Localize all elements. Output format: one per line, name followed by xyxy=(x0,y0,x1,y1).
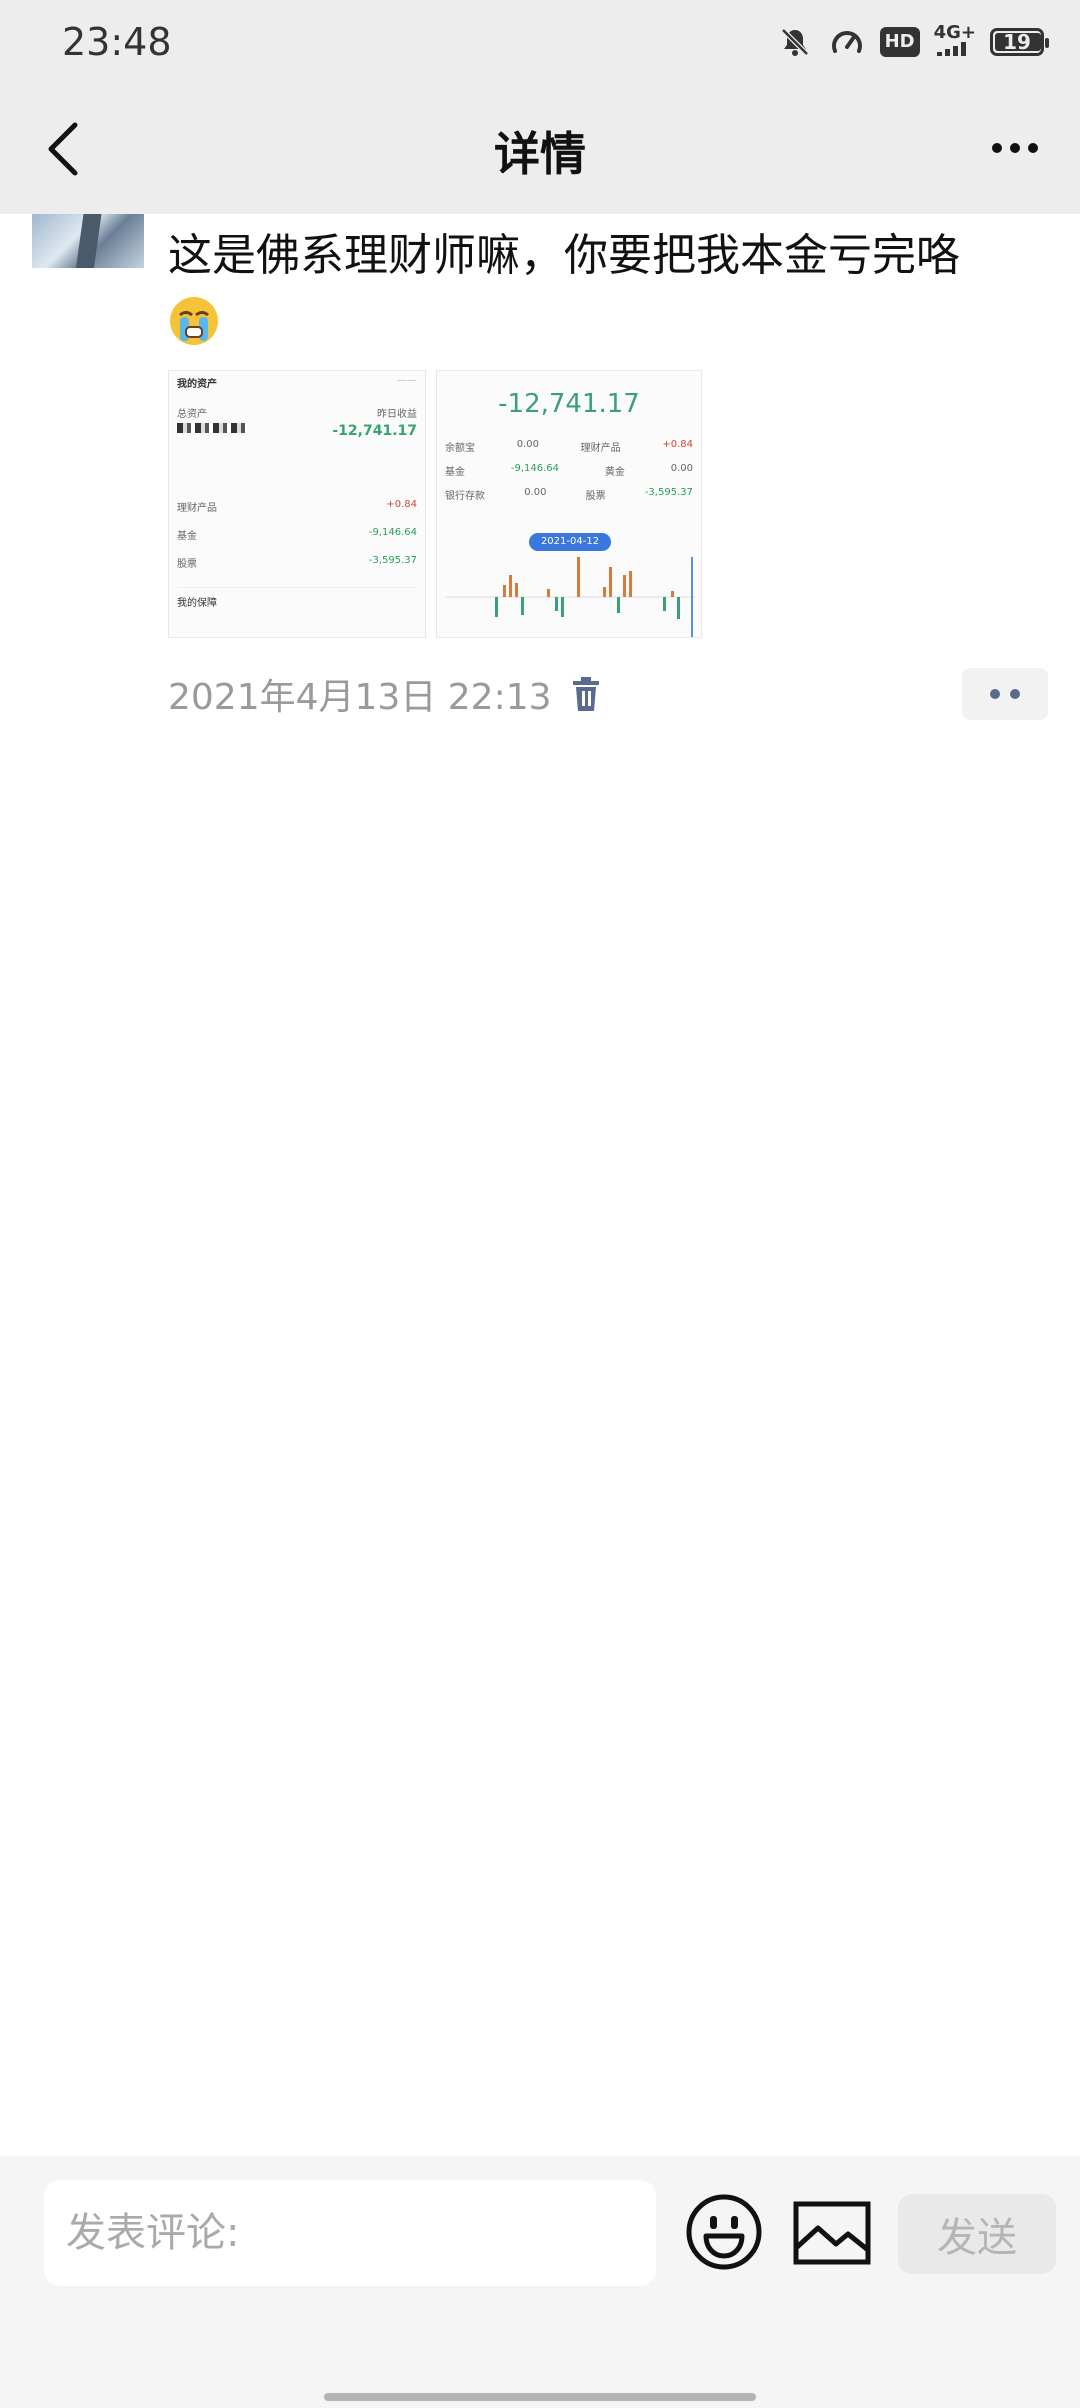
comment-dots-icon xyxy=(990,689,1000,699)
more-dot xyxy=(1028,143,1038,153)
status-icons: HD 4G+ 19 xyxy=(776,22,1049,62)
more-button[interactable] xyxy=(980,118,1050,178)
img2-r3-value: 0.00 xyxy=(524,487,547,498)
header: 详情 xyxy=(0,84,1080,214)
img2-r2-label2: 黄金 xyxy=(604,467,625,478)
comment-composer: 发送 xyxy=(0,2156,1080,2408)
battery-level: 19 xyxy=(1003,30,1031,54)
img2-r3-label: 银行存款 xyxy=(445,491,485,502)
post-body: 这是佛系理财师嘛，你要把我本金亏完咯 xyxy=(168,230,960,281)
trash-icon xyxy=(572,677,599,711)
image-icon xyxy=(793,2201,871,2265)
img1-row1-value: +0.84 xyxy=(386,499,417,510)
post-meta: 2021年4月13日 22:13 xyxy=(168,668,606,720)
4g-signal-icon: 4G+ xyxy=(934,24,976,60)
img2-r3-value2: -3,595.37 xyxy=(644,487,693,498)
image-button[interactable] xyxy=(792,2198,872,2268)
img1-row2-label: 基金 xyxy=(177,531,197,542)
img2-r2-value: -9,146.64 xyxy=(510,463,559,474)
post-image-2[interactable]: -12,741.17 余额宝 0.00 理财产品 +0.84 基金 -9,146.64 黄… xyxy=(436,370,702,638)
img2-r1-value: 0.00 xyxy=(516,439,539,450)
img1-pnl-value: -12,741.17 xyxy=(332,423,417,439)
crying-face-emoji xyxy=(168,295,220,347)
img1-row1-label: 理财产品 xyxy=(177,503,217,514)
img2-bar-chart xyxy=(445,557,695,637)
more-dots-icon xyxy=(992,143,1002,153)
smiley-icon xyxy=(686,2194,762,2270)
post-images: 我的资产 —— 总资产 昨日收益 -12,741.17 理财产品 +0.84 基金 -9… xyxy=(168,370,702,638)
img1-row2-value: -9,146.64 xyxy=(368,527,417,538)
img2-r2-label: 基金 xyxy=(445,467,465,478)
page-title: 详情 xyxy=(494,127,586,181)
comment-input[interactable] xyxy=(44,2209,656,2257)
img2-r3-label2: 股票 xyxy=(585,491,606,502)
comment-field[interactable] xyxy=(44,2180,656,2286)
img1-row3-value: -3,595.37 xyxy=(368,555,417,566)
img1-section: 我的保障 xyxy=(177,598,217,609)
comment-dot xyxy=(1010,689,1020,699)
img2-r1-label: 余额宝 xyxy=(445,443,475,454)
img2-r1-value2: +0.84 xyxy=(662,439,693,450)
speed-icon xyxy=(828,23,866,61)
img1-heading: 我的资产 xyxy=(177,379,217,390)
status-bar: 23:48 HD 4G+ 19 xyxy=(0,0,1080,84)
send-button[interactable]: 发送 xyxy=(898,2194,1056,2274)
img1-row3-label: 股票 xyxy=(177,559,197,570)
more-dot xyxy=(1010,143,1020,153)
emoji-button[interactable] xyxy=(684,2192,764,2272)
post-image-1[interactable]: 我的资产 —— 总资产 昨日收益 -12,741.17 理财产品 +0.84 基金 -9… xyxy=(168,370,426,638)
network-label: 4G+ xyxy=(933,22,976,43)
post-timestamp: 2021年4月13日 22:13 xyxy=(168,677,552,718)
delete-button[interactable] xyxy=(566,672,606,716)
mute-bell-icon xyxy=(776,23,814,61)
img2-r1-label2: 理财产品 xyxy=(580,443,621,454)
img2-r2-value2: 0.00 xyxy=(670,463,693,474)
pixelated-total xyxy=(177,423,247,433)
hd-icon: HD xyxy=(879,27,920,57)
img2-amount: -12,741.17 xyxy=(498,389,640,419)
status-time: 23:48 xyxy=(62,20,172,64)
img1-pnl-label: 昨日收益 xyxy=(377,409,417,420)
home-indicator[interactable] xyxy=(324,2393,756,2401)
comment-button[interactable] xyxy=(962,668,1048,720)
img1-total-label: 总资产 xyxy=(177,409,207,420)
post-text: 这是佛系理财师嘛，你要把我本金亏完咯 xyxy=(168,226,1028,347)
battery-icon: 19 xyxy=(990,28,1049,56)
avatar[interactable] xyxy=(32,214,144,268)
img2-date-pill: 2021-04-12 xyxy=(529,533,611,551)
